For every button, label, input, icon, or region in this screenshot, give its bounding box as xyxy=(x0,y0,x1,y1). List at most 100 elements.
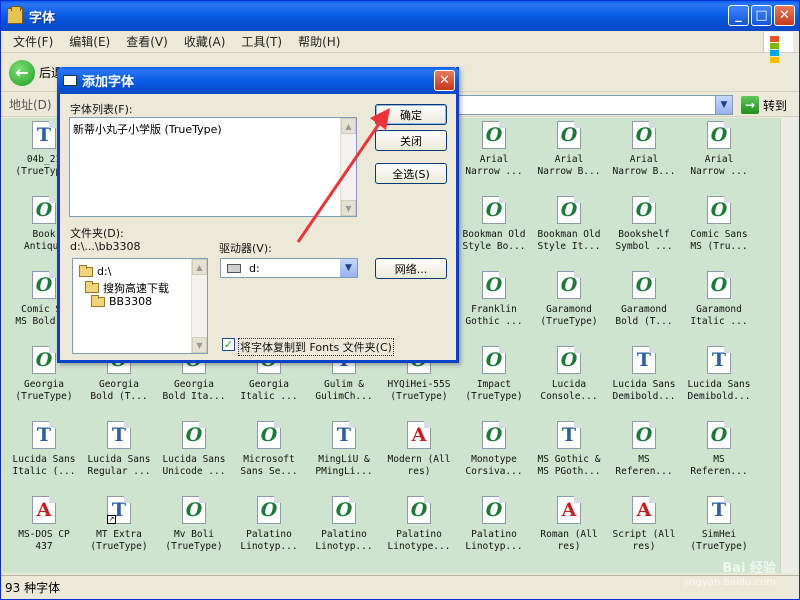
font-file-item[interactable]: A Modern (All res) xyxy=(382,418,456,490)
menu-edit[interactable]: 编辑(E) xyxy=(63,31,116,52)
font-file-label: Garamond (TrueType) xyxy=(540,304,598,327)
font-file-item[interactable]: O Garamond Bold (T... xyxy=(607,268,681,340)
drive-icon xyxy=(227,264,241,273)
font-file-item[interactable]: O Microsoft Sans Se... xyxy=(232,418,306,490)
font-file-item[interactable]: O Garamond (TrueType) xyxy=(532,268,606,340)
scroll-up-icon[interactable]: ▲ xyxy=(341,118,356,134)
font-file-item[interactable]: T MS Gothic & MS PGoth... xyxy=(532,418,606,490)
font-file-item[interactable]: O MS Referen... xyxy=(607,418,681,490)
font-file-item[interactable]: A MS-DOS CP 437 xyxy=(7,493,81,565)
font-file-item[interactable]: O Bookman Old Style Bo... xyxy=(457,193,531,265)
opentype-font-icon: O xyxy=(32,346,56,374)
opentype-font-icon: O xyxy=(482,121,506,149)
font-file-item[interactable]: T Lucida Sans Italic (... xyxy=(7,418,81,490)
font-file-item[interactable]: O Arial Narrow ... xyxy=(457,118,531,190)
window-titlebar[interactable]: 字体 _ □ ✕ xyxy=(1,1,799,31)
font-file-item[interactable]: O MS Referen... xyxy=(682,418,756,490)
network-button[interactable]: 网络... xyxy=(375,258,447,279)
drive-select[interactable]: d: ▼ xyxy=(220,258,358,278)
close-button[interactable]: ✕ xyxy=(774,5,795,26)
font-file-label: Lucida Console... xyxy=(540,379,598,402)
font-file-label: Arial Narrow ... xyxy=(690,154,748,177)
font-file-label: Palatino Linotyp... xyxy=(240,529,298,552)
font-file-item[interactable]: T ↗ MT Extra (TrueType) xyxy=(82,493,156,565)
open-folder-icon xyxy=(85,281,99,293)
copy-to-fonts-label[interactable]: 将字体复制到 Fonts 文件夹(C) xyxy=(238,338,394,356)
font-file-item[interactable]: O Garamond Italic ... xyxy=(682,268,756,340)
font-file-label: Impact (TrueType) xyxy=(465,379,523,402)
font-file-item[interactable]: T MingLiU & PMingLi... xyxy=(307,418,381,490)
close-dialog-button[interactable]: 关闭 xyxy=(375,130,447,151)
folder-tree[interactable]: d:\ 搜狗高速下载 BB3308 ▲ ▼ xyxy=(72,258,208,354)
font-file-item[interactable]: O Lucida Console... xyxy=(532,343,606,415)
font-list-item[interactable]: 新蒂小丸子小学版 (TrueType) xyxy=(73,121,222,137)
menu-view[interactable]: 查看(V) xyxy=(120,31,174,52)
tree-item-d[interactable]: d:\ xyxy=(79,264,112,278)
font-file-item[interactable]: A Roman (All res) xyxy=(532,493,606,565)
font-file-label: Franklin Gothic ... xyxy=(465,304,523,327)
status-text: 93 种字体 xyxy=(5,581,61,595)
opentype-font-icon: O xyxy=(707,271,731,299)
font-file-item[interactable]: T Lucida Sans Demibold... xyxy=(607,343,681,415)
scroll-up-icon[interactable]: ▲ xyxy=(192,259,207,275)
menu-help[interactable]: 帮助(H) xyxy=(292,31,346,52)
font-file-label: MS Referen... xyxy=(690,454,748,477)
font-file-item[interactable]: O Mv Boli (TrueType) xyxy=(157,493,231,565)
raster-font-icon: A xyxy=(32,496,56,524)
truetype-font-icon: T xyxy=(332,421,356,449)
font-file-item[interactable]: O Lucida Sans Unicode ... xyxy=(157,418,231,490)
dialog-close-button[interactable]: ✕ xyxy=(434,70,455,91)
font-file-item[interactable]: A Script (All res) xyxy=(607,493,681,565)
truetype-font-icon: T xyxy=(707,496,731,524)
window-title: 字体 xyxy=(29,10,56,26)
menu-favorites[interactable]: 收藏(A) xyxy=(178,31,232,52)
scroll-down-icon[interactable]: ▼ xyxy=(192,337,207,353)
font-file-label: Georgia Bold Ita... xyxy=(162,379,226,402)
font-file-item[interactable]: O Palatino Linotyp... xyxy=(457,493,531,565)
dialog-titlebar[interactable]: 添加字体 ✕ xyxy=(57,67,459,94)
tree-scrollbar[interactable]: ▲ ▼ xyxy=(191,259,207,353)
windows-logo-icon xyxy=(763,32,793,63)
ok-button[interactable]: 确定 xyxy=(375,104,447,125)
menu-tools[interactable]: 工具(T) xyxy=(235,31,288,52)
chevron-down-icon[interactable]: ▼ xyxy=(715,96,732,114)
font-file-label: Lucida Sans Italic (... xyxy=(12,454,76,477)
font-file-item[interactable]: O Bookshelf Symbol ... xyxy=(607,193,681,265)
font-file-label: MS Referen... xyxy=(615,454,673,477)
font-file-item[interactable]: T SimHei (TrueType) xyxy=(682,493,756,565)
listbox-scrollbar[interactable]: ▲ ▼ xyxy=(340,118,356,216)
font-file-item[interactable]: O Bookman Old Style It... xyxy=(532,193,606,265)
select-all-button[interactable]: 全选(S) xyxy=(375,163,447,184)
menu-file[interactable]: 文件(F) xyxy=(7,31,59,52)
font-file-label: MingLiU & PMingLi... xyxy=(315,454,373,477)
font-file-item[interactable]: T Lucida Sans Regular ... xyxy=(82,418,156,490)
chevron-down-icon[interactable]: ▼ xyxy=(340,259,357,277)
tree-item-bb3308[interactable]: BB3308 xyxy=(91,294,152,308)
font-file-item[interactable]: O Monotype Corsiva... xyxy=(457,418,531,490)
opentype-font-icon: O xyxy=(482,271,506,299)
font-file-item[interactable]: O Franklin Gothic ... xyxy=(457,268,531,340)
font-file-item[interactable]: O Arial Narrow B... xyxy=(607,118,681,190)
font-file-item[interactable]: O Impact (TrueType) xyxy=(457,343,531,415)
scroll-down-icon[interactable]: ▼ xyxy=(341,200,356,216)
back-button[interactable]: ← 后退 xyxy=(9,59,63,86)
font-file-item[interactable]: T Lucida Sans Demibold... xyxy=(682,343,756,415)
maximize-button[interactable]: □ xyxy=(751,5,772,26)
minimize-button[interactable]: _ xyxy=(728,5,749,26)
font-file-item[interactable]: O Comic Sans MS (Tru... xyxy=(682,193,756,265)
vertical-scrollbar[interactable] xyxy=(780,118,797,573)
font-file-item[interactable]: O Palatino Linotyp... xyxy=(307,493,381,565)
font-listbox[interactable]: 新蒂小丸子小学版 (TrueType) ▲ ▼ xyxy=(69,117,357,217)
copy-to-fonts-checkbox[interactable]: ✓ xyxy=(222,338,235,351)
font-file-item[interactable]: O Palatino Linotyp... xyxy=(232,493,306,565)
opentype-font-icon: O xyxy=(557,271,581,299)
font-file-item[interactable]: O Arial Narrow B... xyxy=(532,118,606,190)
opentype-font-icon: O xyxy=(257,421,281,449)
tree-label: d:\ xyxy=(97,265,112,278)
font-file-item[interactable]: O Palatino Linotype... xyxy=(382,493,456,565)
font-file-label: Garamond Italic ... xyxy=(690,304,748,327)
go-button[interactable]: → 转到 xyxy=(741,96,787,114)
add-fonts-dialog: 添加字体 ✕ 字体列表(F): 新蒂小丸子小学版 (TrueType) ▲ ▼ … xyxy=(57,67,459,363)
font-file-item[interactable]: O Arial Narrow ... xyxy=(682,118,756,190)
opentype-font-icon: O xyxy=(557,121,581,149)
